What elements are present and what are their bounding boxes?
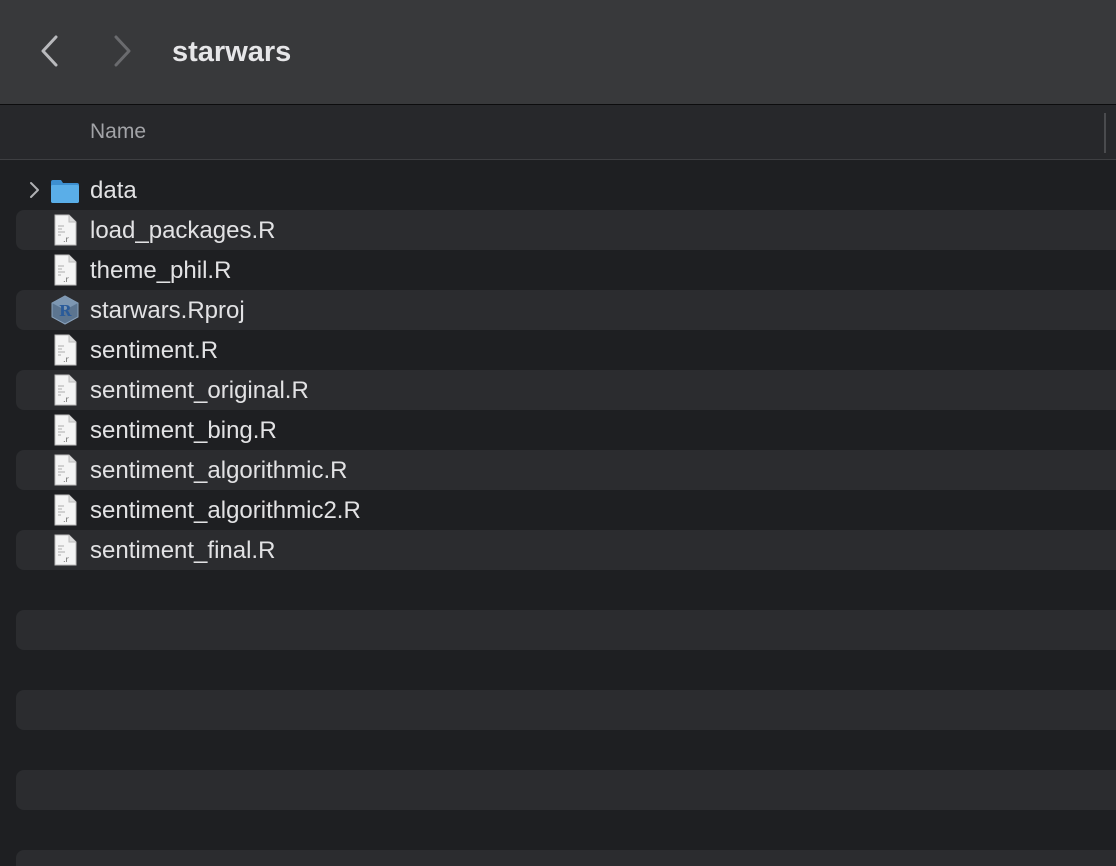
folder-icon: [50, 174, 80, 206]
empty-row: [16, 650, 1116, 690]
empty-row: [16, 850, 1116, 866]
file-row[interactable]: Rstarwars.Rproj: [16, 290, 1116, 330]
empty-row: [16, 770, 1116, 810]
r-script-icon: .r: [50, 334, 80, 366]
file-row[interactable]: .r sentiment_original.R: [16, 370, 1116, 410]
r-script-icon: .r: [50, 374, 80, 406]
svg-text:.r: .r: [63, 435, 70, 444]
file-name: sentiment_algorithmic2.R: [90, 497, 361, 524]
disclosure-chevron-icon[interactable]: [26, 180, 42, 200]
empty-row: [16, 810, 1116, 850]
r-script-icon: .r: [50, 454, 80, 486]
column-divider[interactable]: [1104, 113, 1106, 153]
file-name: data: [90, 177, 137, 204]
empty-row: [16, 610, 1116, 650]
r-script-icon: .r: [50, 494, 80, 526]
toolbar: starwars: [0, 0, 1116, 105]
file-name: sentiment_bing.R: [90, 417, 277, 444]
svg-text:.r: .r: [63, 555, 70, 564]
file-row[interactable]: .r sentiment_final.R: [16, 530, 1116, 570]
file-row[interactable]: .r sentiment.R: [16, 330, 1116, 370]
svg-text:.r: .r: [63, 235, 70, 244]
empty-row: [16, 730, 1116, 770]
name-column-header[interactable]: Name: [90, 119, 146, 145]
svg-text:.r: .r: [63, 515, 70, 524]
chevron-left-icon: [41, 35, 58, 67]
file-list: data .r load_packages.R .r theme_phil.R Rstar…: [0, 170, 1116, 866]
empty-row: [16, 570, 1116, 610]
file-name: theme_phil.R: [90, 257, 232, 284]
r-script-icon: .r: [50, 534, 80, 566]
empty-row: [16, 690, 1116, 730]
file-row[interactable]: .r sentiment_bing.R: [16, 410, 1116, 450]
file-name: load_packages.R: [90, 217, 276, 244]
column-header-bar: Name: [0, 105, 1116, 160]
r-project-icon: R: [50, 294, 80, 326]
back-button[interactable]: [30, 28, 70, 74]
file-row[interactable]: .r load_packages.R: [16, 210, 1116, 250]
file-name: sentiment_final.R: [90, 537, 276, 564]
forward-button[interactable]: [102, 28, 142, 74]
svg-text:.r: .r: [63, 275, 70, 284]
svg-text:R: R: [59, 302, 72, 320]
file-name: sentiment_original.R: [90, 377, 309, 404]
r-script-icon: .r: [50, 214, 80, 246]
svg-text:.r: .r: [63, 355, 70, 364]
svg-text:.r: .r: [63, 395, 70, 404]
r-script-icon: .r: [50, 254, 80, 286]
file-row[interactable]: data: [16, 170, 1116, 210]
r-script-icon: .r: [50, 414, 80, 446]
svg-text:.r: .r: [63, 475, 70, 484]
chevron-right-icon: [114, 35, 131, 67]
file-row[interactable]: .r sentiment_algorithmic2.R: [16, 490, 1116, 530]
file-name: starwars.Rproj: [90, 297, 245, 324]
file-name: sentiment.R: [90, 337, 219, 364]
file-row[interactable]: .r theme_phil.R: [16, 250, 1116, 290]
finder-window: starwars Name data .r load_packages.R .r the…: [0, 0, 1116, 866]
window-title: starwars: [172, 36, 292, 68]
file-name: sentiment_algorithmic.R: [90, 457, 348, 484]
file-row[interactable]: .r sentiment_algorithmic.R: [16, 450, 1116, 490]
